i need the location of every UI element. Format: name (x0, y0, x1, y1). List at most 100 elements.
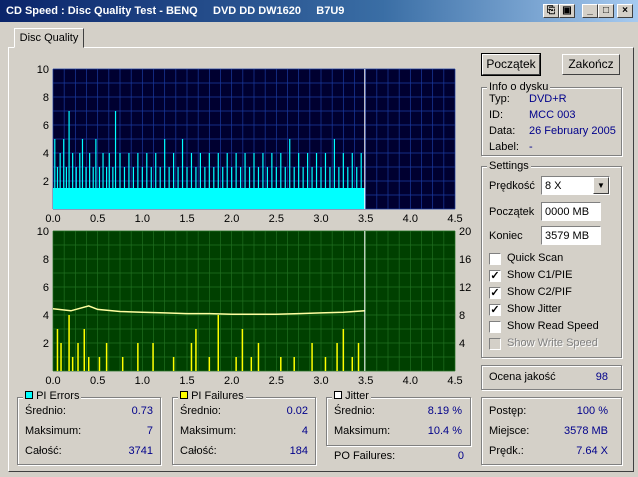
checkbox-label[interactable]: Show Read Speed (507, 320, 599, 332)
pi-errors-legend-text: PI Errors (36, 390, 80, 402)
y-tick-label: 8 (43, 254, 49, 266)
x-tick-label: 3.5 (358, 213, 373, 225)
end-button[interactable]: Zakończ (562, 54, 620, 75)
info-label: ID: (489, 109, 504, 121)
y2-tick-label: 8 (459, 310, 465, 322)
disc-info-legend: Info o dysku (487, 81, 551, 93)
speed-label: Prędkość (489, 180, 535, 192)
y-tick-label: 6 (43, 282, 49, 294)
x-tick-label: 1.0 (135, 375, 150, 387)
y-tick-label: 4 (43, 310, 49, 322)
x-tick-label: 4.0 (403, 213, 418, 225)
settings-legend: Settings (487, 160, 531, 172)
save-icon[interactable]: ▣ (559, 4, 575, 18)
jitter-swatch (334, 391, 342, 399)
progress-label: Postęp: (489, 405, 527, 417)
stat-value: 3741 (128, 445, 153, 457)
po-failures-value: 0 (457, 450, 464, 462)
start-button[interactable]: Początek (481, 53, 541, 76)
progress-value: 100 % (576, 405, 608, 417)
y-tick-label: 8 (43, 92, 49, 104)
checkbox[interactable]: ✓ (489, 270, 501, 282)
y-tick-label: 10 (37, 64, 49, 76)
checkbox-label[interactable]: Show C1/PIE (507, 269, 572, 281)
y-tick-label: 6 (43, 120, 49, 132)
x-tick-label: 2.5 (269, 375, 284, 387)
start-pos-label: Początek (489, 206, 535, 218)
x-tick-label: 2.0 (224, 375, 239, 387)
checkbox[interactable]: ✓ (489, 304, 501, 316)
pi-errors-chart: 0.0 0.5 1.0 1.5 2.0 2.5 3.0 3.5 4.0 4.5 2 4 6 8 10 (37, 64, 463, 225)
y-tick-label: 4 (43, 148, 49, 160)
stat-label: Maksimum: (25, 425, 82, 437)
jitter-legend-text: Jitter (345, 390, 369, 402)
pi-failures-legend: PI Failures (178, 390, 246, 402)
y2-tick-label: 20 (459, 226, 471, 238)
x-tick-label: 4.5 (447, 375, 462, 387)
info-label: Typ: (489, 93, 510, 105)
pi-failures-swatch (180, 391, 188, 399)
info-value: - (529, 141, 533, 153)
end-pos-input[interactable]: 3579 MB (541, 226, 601, 245)
stat-label: Średnio: (180, 405, 221, 417)
checkbox[interactable] (489, 253, 501, 265)
quality-score-label: Ocena jakość (489, 371, 556, 383)
checkbox-label[interactable]: Show C2/PIF (507, 286, 572, 298)
x-tick-label: 3.5 (358, 375, 373, 387)
progress-label: Prędk.: (489, 445, 524, 457)
x-tick-label: 0.5 (90, 375, 105, 387)
pi-errors-swatch (25, 391, 33, 399)
progress-value: 3578 MB (563, 425, 608, 437)
pi-failures-jitter-chart: 0.0 0.5 1.0 1.5 2.0 2.5 3.0 3.5 4.0 4.5 2 4 6 8 10 4 8 12… (37, 226, 472, 387)
tab-disc-quality[interactable]: Disc Quality (14, 28, 84, 48)
speed-select-value: 8 X (545, 180, 562, 192)
stat-label: Średnio: (334, 405, 375, 417)
stat-label: Całość: (25, 445, 62, 457)
maximize-button[interactable]: □ (598, 4, 614, 18)
x-tick-label: 4.5 (447, 213, 462, 225)
checkbox-label[interactable]: Quick Scan (507, 252, 563, 264)
x-tick-label: 3.0 (313, 213, 328, 225)
checkbox-label: Show Write Speed (507, 337, 598, 349)
stat-value: 8.19 % (427, 405, 462, 417)
stat-value: 10.4 % (427, 425, 462, 437)
stat-value: 0.02 (286, 405, 308, 417)
checkbox[interactable] (489, 321, 501, 333)
x-tick-label: 0.0 (45, 375, 60, 387)
info-label: Data: (489, 125, 516, 137)
copy-icon[interactable]: ⎘ (543, 4, 559, 18)
stat-value: 184 (289, 445, 308, 457)
stat-label: Maksimum: (334, 425, 391, 437)
stat-value: 7 (146, 425, 153, 437)
x-tick-label: 1.5 (179, 375, 194, 387)
y-tick-label: 2 (43, 176, 49, 188)
chevron-down-icon[interactable]: ▼ (593, 177, 609, 194)
info-value: MCC 003 (529, 109, 576, 121)
po-failures-label: PO Failures: (334, 450, 396, 462)
progress-value: 7.64 X (576, 445, 608, 457)
stat-label: Całość: (180, 445, 217, 457)
y2-tick-label: 16 (459, 254, 471, 266)
stat-label: Maksimum: (180, 425, 237, 437)
stat-value: 4 (301, 425, 308, 437)
checkbox-label[interactable]: Show Jitter (507, 303, 561, 315)
close-button[interactable]: × (617, 4, 633, 18)
speed-select[interactable]: 8 X ▼ (541, 176, 610, 195)
minimize-button[interactable]: _ (582, 4, 598, 18)
x-tick-label: 1.5 (179, 213, 194, 225)
x-tick-label: 2.0 (224, 213, 239, 225)
x-tick-label: 2.5 (269, 213, 284, 225)
quality-score-value: 98 (595, 371, 608, 383)
x-tick-label: 0.0 (45, 213, 60, 225)
checkbox (489, 338, 501, 350)
start-pos-input[interactable]: 0000 MB (541, 202, 601, 221)
pi-errors-legend: PI Errors (23, 390, 82, 402)
y-tick-label: 10 (37, 226, 49, 238)
info-value: 26 February 2005 (529, 125, 616, 137)
checkbox[interactable]: ✓ (489, 287, 501, 299)
pi-failures-legend-text: PI Failures (191, 390, 244, 402)
y-tick-label: 2 (43, 338, 49, 350)
x-tick-label: 4.0 (403, 375, 418, 387)
stat-label: Średnio: (25, 405, 66, 417)
title-bar: CD Speed : Disc Quality Test - BENQ DVD … (0, 0, 638, 22)
